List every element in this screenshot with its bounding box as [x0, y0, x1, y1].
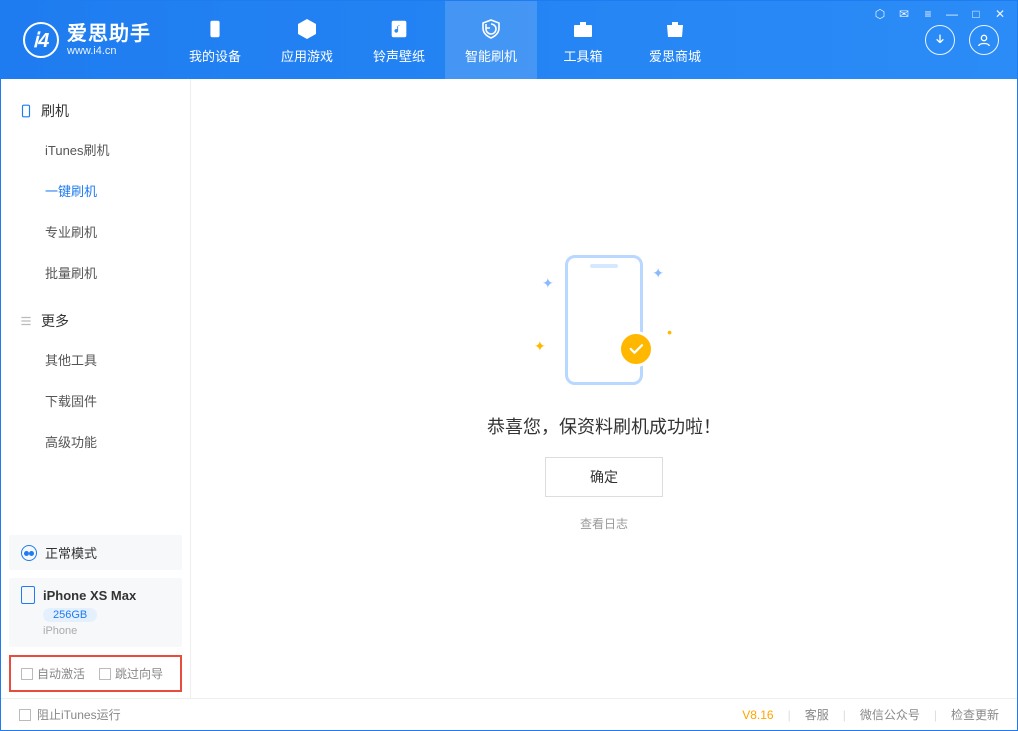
tab-toolbox[interactable]: 工具箱	[537, 1, 629, 79]
checkbox-label: 跳过向导	[115, 665, 163, 682]
tab-label: 工具箱	[563, 46, 602, 65]
tab-store[interactable]: 爱思商城	[629, 1, 721, 79]
sidebar-item-other-tools[interactable]: 其他工具	[1, 339, 190, 380]
sidebar-item-itunes-flash[interactable]: iTunes刷机	[1, 129, 190, 170]
app-header: ⬡ ✉ ≡ — □ ✕ ⅰ4 爱思助手 www.i4.cn 我的设备 应用游戏 …	[1, 1, 1017, 79]
checkbox-label: 自动激活	[37, 665, 85, 682]
logo-area: ⅰ4 爱思助手 www.i4.cn	[1, 1, 169, 79]
main-content: ✦✦✦• 恭喜您，保资料刷机成功啦！ 确定 查看日志	[191, 79, 1017, 698]
device-type: iPhone	[43, 625, 170, 637]
sidebar-section-more: 更多	[1, 303, 190, 339]
section-title: 更多	[41, 311, 69, 331]
checkbox-label: 阻止iTunes运行	[37, 706, 121, 723]
footer-wechat-link[interactable]: 微信公众号	[860, 706, 920, 723]
checkbox-block-itunes[interactable]: 阻止iTunes运行	[19, 706, 121, 723]
tab-apps[interactable]: 应用游戏	[261, 1, 353, 79]
tab-flash[interactable]: 智能刷机	[445, 1, 537, 79]
cube-icon	[294, 16, 320, 42]
window-controls: ⬡ ✉ ≡ — □ ✕	[873, 7, 1007, 21]
footer-support-link[interactable]: 客服	[805, 706, 829, 723]
device-mode-box[interactable]: 正常模式	[9, 535, 182, 570]
user-button[interactable]	[969, 25, 999, 55]
app-title: 爱思助手	[67, 23, 151, 45]
checkbox-box	[19, 709, 31, 721]
download-button[interactable]	[925, 25, 955, 55]
ok-button[interactable]: 确定	[545, 457, 663, 497]
checkbox-auto-activate[interactable]: 自动激活	[21, 665, 85, 682]
version-label: V8.16	[742, 708, 773, 722]
minimize-icon[interactable]: —	[945, 7, 959, 21]
mode-icon	[21, 545, 37, 561]
sidebar-item-advanced[interactable]: 高级功能	[1, 421, 190, 462]
list-icon	[19, 314, 33, 328]
success-illustration: ✦✦✦•	[524, 245, 684, 395]
sidebar-item-download-firmware[interactable]: 下载固件	[1, 380, 190, 421]
music-icon	[386, 16, 412, 42]
sidebar-section-flash: 刷机	[1, 93, 190, 129]
logo-icon: ⅰ4	[23, 22, 59, 58]
footer-check-update-link[interactable]: 检查更新	[951, 706, 999, 723]
device-mode-label: 正常模式	[45, 543, 97, 562]
tab-label: 铃声壁纸	[373, 46, 425, 65]
refresh-shield-icon	[478, 16, 504, 42]
sidebar-item-pro-flash[interactable]: 专业刷机	[1, 211, 190, 252]
maximize-icon[interactable]: □	[969, 7, 983, 21]
view-log-link[interactable]: 查看日志	[580, 515, 628, 532]
section-title: 刷机	[41, 101, 69, 121]
device-name: iPhone XS Max	[43, 588, 136, 603]
tab-label: 智能刷机	[465, 46, 517, 65]
device-icon	[202, 16, 228, 42]
feedback-icon[interactable]: ✉	[897, 7, 911, 21]
success-message: 恭喜您，保资料刷机成功啦！	[487, 413, 721, 439]
sidebar-item-onekey-flash[interactable]: 一键刷机	[1, 170, 190, 211]
menu-icon[interactable]: ≡	[921, 7, 935, 21]
footer: 阻止iTunes运行 V8.16 | 客服 | 微信公众号 | 检查更新	[1, 698, 1017, 730]
app-subtitle: www.i4.cn	[67, 45, 151, 57]
close-icon[interactable]: ✕	[993, 7, 1007, 21]
checkbox-box	[21, 668, 33, 680]
phone-icon	[21, 586, 35, 604]
tab-label: 我的设备	[189, 46, 241, 65]
toolbox-icon	[570, 16, 596, 42]
tab-label: 应用游戏	[281, 46, 333, 65]
checkbox-skip-guide[interactable]: 跳过向导	[99, 665, 163, 682]
sidebar: 刷机 iTunes刷机 一键刷机 专业刷机 批量刷机 更多 其他工具 下载固件 …	[1, 79, 191, 698]
main-tabs: 我的设备 应用游戏 铃声壁纸 智能刷机 工具箱 爱思商城	[169, 1, 721, 79]
device-info-box[interactable]: iPhone XS Max 256GB iPhone	[9, 578, 182, 647]
phone-outline-icon	[19, 104, 33, 118]
checkbox-row-highlighted: 自动激活 跳过向导	[9, 655, 182, 692]
tab-my-device[interactable]: 我的设备	[169, 1, 261, 79]
tab-ringtones[interactable]: 铃声壁纸	[353, 1, 445, 79]
storage-badge: 256GB	[43, 608, 97, 622]
check-badge-icon	[618, 331, 654, 367]
skin-icon[interactable]: ⬡	[873, 7, 887, 21]
checkbox-box	[99, 668, 111, 680]
store-icon	[662, 16, 688, 42]
sidebar-item-batch-flash[interactable]: 批量刷机	[1, 252, 190, 293]
tab-label: 爱思商城	[649, 46, 701, 65]
